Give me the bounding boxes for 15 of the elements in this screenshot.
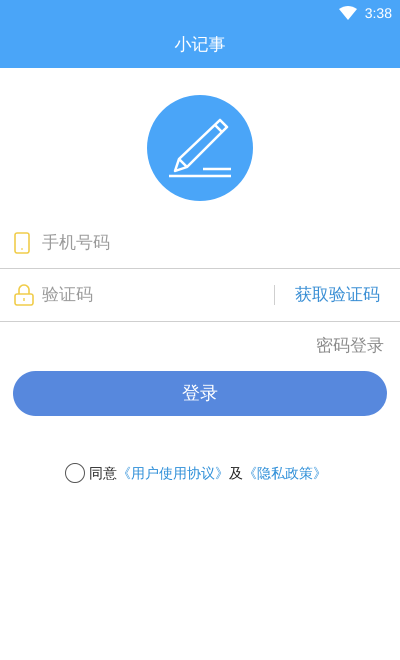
code-field[interactable]: 验证码	[42, 282, 274, 308]
login-button[interactable]: 登录	[13, 370, 387, 416]
password-login-link[interactable]: 密码登录	[316, 333, 384, 358]
phone-icon	[14, 232, 30, 254]
app-title: 小记事	[174, 34, 226, 56]
agreement-link[interactable]: 《用户使用协议》	[117, 464, 229, 480]
get-code-button[interactable]: 获取验证码	[295, 282, 380, 308]
agreement-text: 同意《用户使用协议》及《隐私政策》	[89, 464, 327, 482]
pencil-logo-icon	[147, 95, 253, 201]
phone-field[interactable]: 手机号码	[42, 230, 386, 256]
status-time: 3:38	[364, 4, 392, 22]
agreement-link[interactable]: 《隐私政策》	[243, 464, 327, 480]
lock-icon	[14, 284, 34, 306]
wifi-icon	[338, 6, 357, 20]
agree-radio[interactable]	[65, 463, 85, 483]
